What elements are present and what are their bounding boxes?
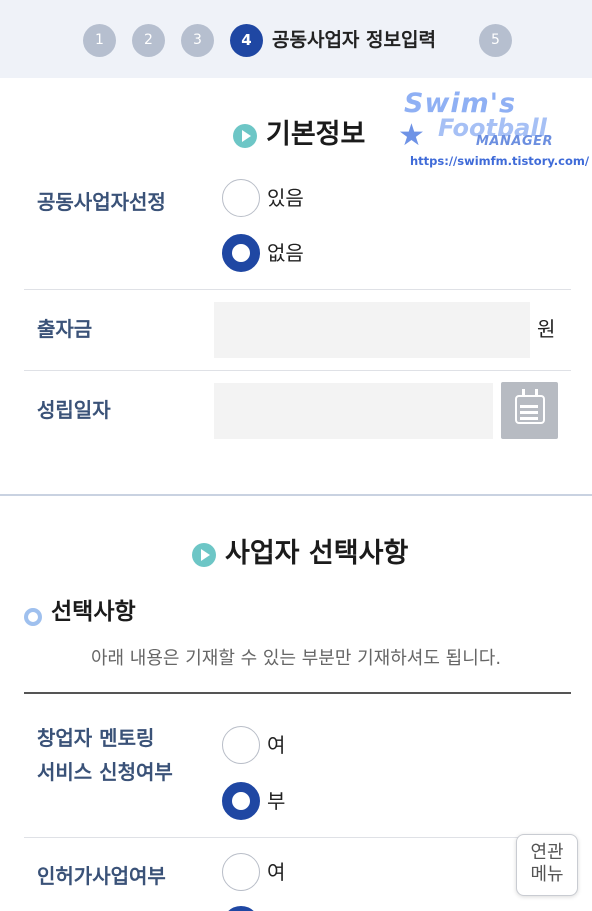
mentoring-label-line1: 창업자 멘토링	[37, 726, 155, 750]
radio-license-no[interactable]	[222, 906, 260, 911]
ring-icon	[24, 608, 42, 626]
step-5[interactable]: 5	[479, 24, 512, 57]
date-input[interactable]	[214, 383, 493, 439]
divider	[24, 692, 571, 694]
radio-label-yes: 여	[267, 733, 286, 757]
step-4-active[interactable]: 4	[230, 24, 263, 57]
divider	[24, 837, 571, 838]
license-label: 인허가사업여부	[37, 864, 166, 888]
step-1[interactable]: 1	[83, 24, 116, 57]
section-title-basic: 기본정보	[266, 119, 366, 150]
calendar-icon	[515, 389, 545, 424]
radio-label-no: 없음	[267, 241, 304, 265]
active-step-title: 공동사업자 정보입력	[272, 29, 436, 51]
co-business-label: 공동사업자선정	[37, 190, 166, 214]
radio-label-yes: 있음	[267, 186, 304, 210]
step-indicator: 1 2 3 4 공동사업자 정보입력 5	[0, 0, 592, 78]
capital-unit: 원	[537, 317, 556, 341]
step-2[interactable]: 2	[132, 24, 165, 57]
related-menu-button[interactable]: 연관 메뉴	[516, 834, 578, 896]
radio-mentoring-no[interactable]	[222, 782, 260, 820]
mentoring-label-line2: 서비스 신청여부	[37, 760, 173, 784]
star-icon: ★	[398, 118, 425, 153]
radio-co-business-yes[interactable]	[222, 179, 260, 217]
watermark-logo: Swim's ★ Football MANAGER https://swimfm…	[398, 88, 590, 172]
instruction-note: 아래 내용은 기재할 수 있는 부분만 기재하셔도 됩니다.	[90, 648, 502, 669]
capital-label: 출자금	[37, 317, 93, 341]
radio-label-yes: 여	[267, 860, 286, 884]
watermark-url: https://swimfm.tistory.com/	[410, 154, 590, 168]
divider	[24, 289, 571, 290]
step-3[interactable]: 3	[181, 24, 214, 57]
subsection-title: 선택사항	[51, 599, 136, 625]
radio-license-yes[interactable]	[222, 853, 260, 891]
play-circle-icon	[192, 543, 216, 567]
radio-label-no: 부	[267, 789, 286, 813]
section-separator	[0, 494, 592, 496]
related-menu-line1: 연관	[530, 842, 564, 863]
divider	[24, 370, 571, 371]
watermark-line3: MANAGER	[476, 134, 553, 149]
radio-co-business-no[interactable]	[222, 234, 260, 272]
related-menu-line2: 메뉴	[530, 864, 564, 885]
play-circle-icon	[233, 124, 257, 148]
capital-input[interactable]	[214, 302, 530, 358]
radio-mentoring-yes[interactable]	[222, 726, 260, 764]
date-picker-button[interactable]	[501, 382, 558, 439]
date-label: 성립일자	[37, 398, 111, 422]
section-title-optional: 사업자 선택사항	[225, 538, 409, 569]
